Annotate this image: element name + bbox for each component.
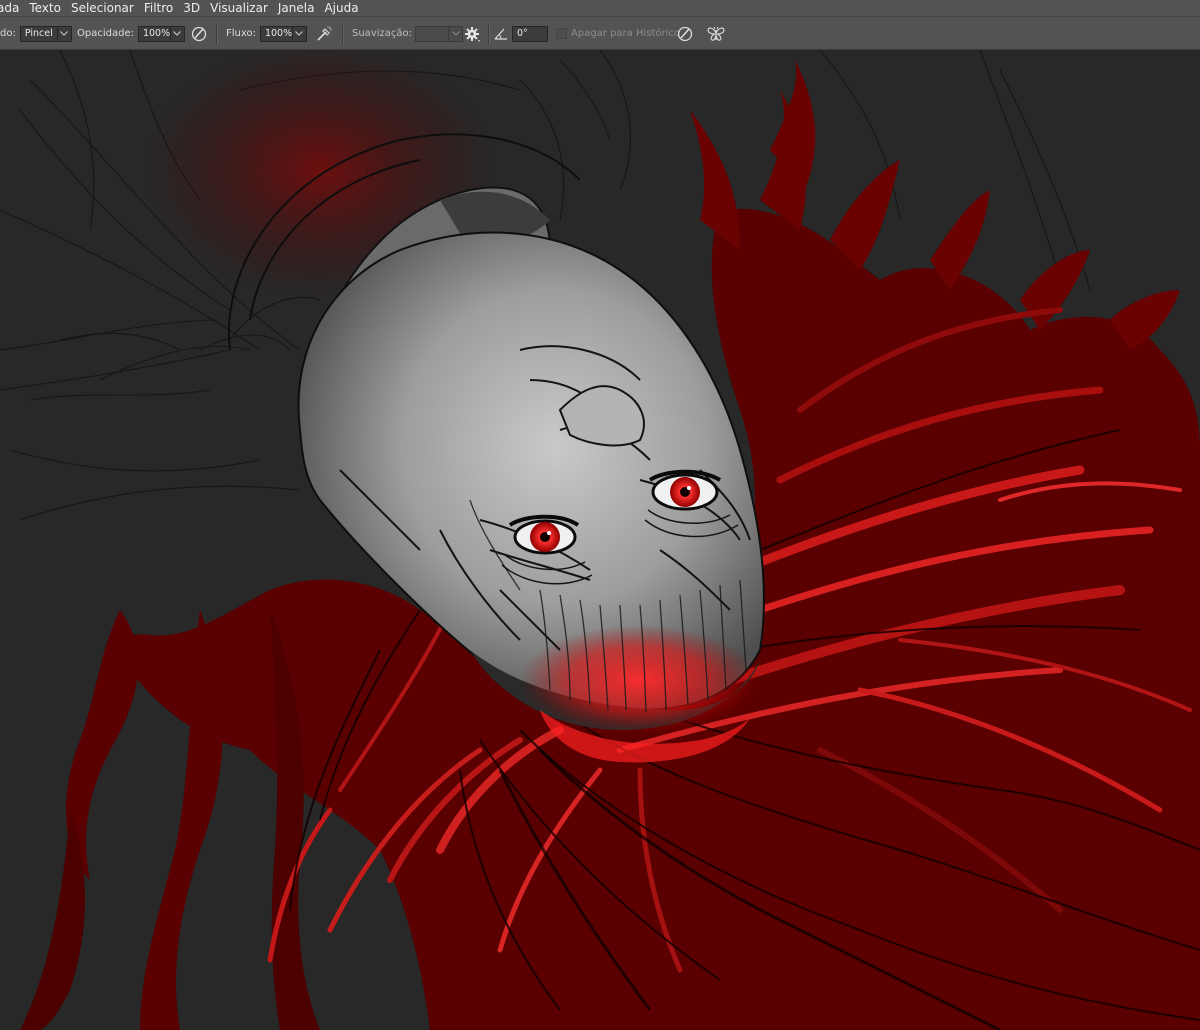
- chevron-down-icon: [173, 31, 182, 36]
- airbrush-button[interactable]: [314, 17, 334, 50]
- opacity-value: 100%: [142, 28, 171, 39]
- menu-item-layer[interactable]: ada: [0, 0, 24, 16]
- flow-input[interactable]: 100%: [259, 25, 293, 42]
- smoothing-label: Suavização:: [352, 28, 412, 39]
- separator: [216, 23, 218, 45]
- menu-item-filter[interactable]: Filtro: [139, 0, 178, 16]
- chevron-down-icon: [451, 31, 460, 36]
- flow-label: Fluxo:: [226, 28, 256, 39]
- smoothing-input[interactable]: [415, 25, 449, 42]
- mode-label: do:: [0, 28, 16, 39]
- butterfly-icon: [707, 26, 725, 41]
- angle-value: 0°: [517, 28, 528, 39]
- pressure-size-button[interactable]: [675, 17, 695, 50]
- mode-value: Pincel: [24, 28, 53, 39]
- smoothing-group: Suavização:: [352, 17, 463, 50]
- gear-icon: [465, 26, 480, 42]
- airbrush-icon: [317, 25, 332, 41]
- separator: [342, 23, 344, 45]
- chevron-down-icon: [295, 31, 304, 36]
- flow-group: Fluxo: 100%: [226, 17, 307, 50]
- mode-dropdown-button[interactable]: [57, 25, 72, 42]
- mode-group: do: Pincel: [0, 17, 72, 50]
- angle-icon: [494, 28, 507, 40]
- opacity-label: Opacidade:: [77, 28, 134, 39]
- mode-select[interactable]: Pincel: [19, 25, 58, 42]
- pen-pressure-icon: [191, 26, 207, 41]
- artwork-image: [0, 50, 1200, 1030]
- menu-item-text[interactable]: Texto: [24, 0, 66, 16]
- document-canvas[interactable]: [0, 50, 1200, 1030]
- menu-item-select[interactable]: Selecionar: [66, 0, 139, 16]
- erase-history-group: Apagar para Histórico: [556, 17, 680, 50]
- erase-history-label: Apagar para Histórico: [571, 28, 681, 39]
- menu-bar: ada Texto Selecionar Filtro 3D Visualiza…: [0, 0, 1200, 16]
- opacity-input[interactable]: 100%: [137, 25, 171, 42]
- menu-item-view[interactable]: Visualizar: [205, 0, 273, 16]
- smoothing-settings-button[interactable]: [462, 17, 482, 50]
- options-bar: do: Pincel Opacidade: 100% Fluxo: 100% S…: [0, 16, 1200, 50]
- angle-group: 0°: [494, 17, 548, 50]
- menu-item-3d[interactable]: 3D: [178, 0, 205, 16]
- chevron-down-icon: [60, 31, 69, 36]
- flow-dropdown-button[interactable]: [292, 25, 307, 42]
- smoothing-dropdown-button[interactable]: [449, 25, 463, 42]
- flow-value: 100%: [264, 28, 293, 39]
- angle-input[interactable]: 0°: [512, 25, 548, 42]
- symmetry-button[interactable]: [706, 17, 726, 50]
- erase-history-checkbox[interactable]: [556, 28, 567, 39]
- separator: [488, 23, 490, 45]
- pen-pressure-icon: [677, 26, 693, 41]
- opacity-group: Opacidade: 100%: [77, 17, 185, 50]
- menu-item-help[interactable]: Ajuda: [319, 0, 363, 16]
- menu-item-window[interactable]: Janela: [273, 0, 320, 16]
- pressure-opacity-button[interactable]: [189, 17, 209, 50]
- opacity-dropdown-button[interactable]: [170, 25, 185, 42]
